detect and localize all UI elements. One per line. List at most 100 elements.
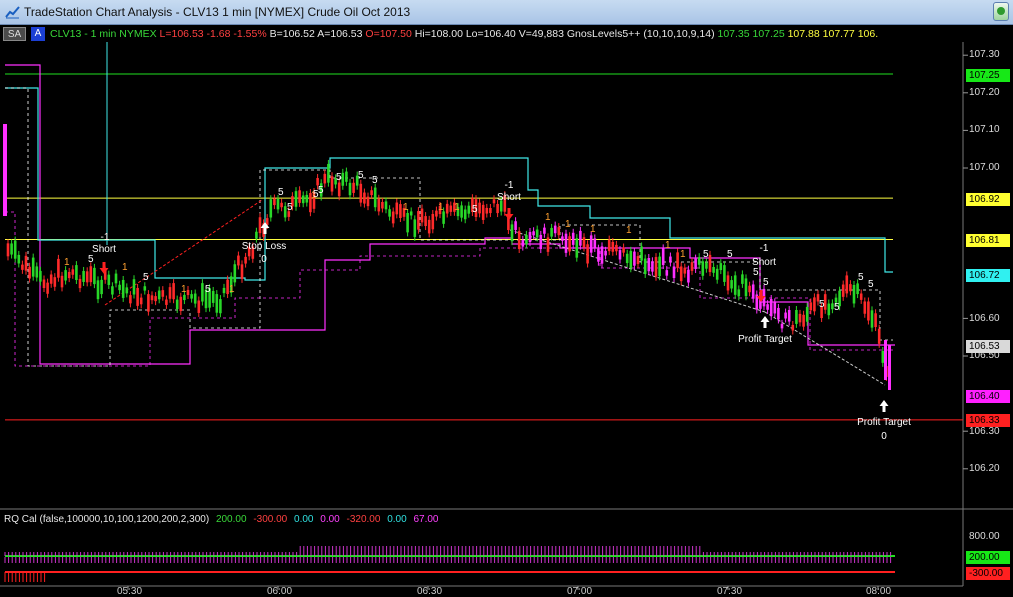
candle-body	[323, 173, 327, 184]
candle-body	[53, 277, 57, 287]
time-tick: 05:30	[117, 586, 143, 597]
candle-body	[773, 302, 777, 314]
price-tick: 106.30	[969, 426, 1000, 437]
candle-body	[543, 227, 546, 234]
price-tick: 106.50	[969, 350, 1000, 361]
candle-body	[604, 250, 607, 256]
candle-body	[719, 263, 723, 271]
candle-body	[863, 301, 867, 314]
pattern-count-label: 5	[703, 249, 709, 260]
trade-qty-label: 0	[881, 431, 887, 442]
candle-body	[424, 216, 427, 227]
trade-qty-label: 0	[261, 254, 267, 265]
candle-body	[535, 229, 539, 238]
pattern-count-label: 1	[438, 202, 444, 213]
candle-body	[6, 243, 10, 257]
candle-body	[687, 269, 690, 283]
candle-body	[589, 235, 593, 253]
candle-body	[157, 290, 161, 300]
candle-body	[615, 244, 618, 252]
candle-body	[71, 269, 75, 275]
pattern-count-label: 5	[318, 185, 324, 196]
candle-body	[445, 203, 449, 214]
price-tick: 107.30	[969, 49, 1000, 60]
candle-body	[561, 236, 564, 241]
trade-qty-label: -1	[101, 232, 110, 243]
candle-body	[143, 286, 147, 291]
price-chart[interactable]: 1 5151 5 15515 55 5 51 1 1 511 1 111 5 5555 555Short-1…	[0, 0, 1013, 597]
candle-body	[769, 299, 773, 317]
candle-body	[341, 172, 345, 186]
candle-body	[406, 213, 409, 233]
candle-body	[244, 256, 247, 264]
candle-body	[597, 248, 600, 262]
candle-body	[348, 182, 352, 196]
candle-body	[481, 204, 485, 220]
pattern-count-label: 1	[680, 249, 686, 260]
candle-body	[13, 240, 17, 259]
candle-body	[784, 312, 787, 319]
candle-body	[175, 299, 179, 310]
trade-qty-label: -1	[760, 243, 769, 254]
candle-body	[67, 271, 71, 279]
candle-body	[211, 290, 215, 303]
candle-body	[64, 270, 67, 281]
candle-body	[496, 203, 499, 214]
indicator-value-1: 200.00	[215, 514, 247, 525]
pattern-count-label: 1	[665, 240, 671, 251]
candle-body	[607, 239, 611, 252]
candle-body	[255, 231, 258, 239]
candle-body	[139, 297, 143, 305]
candle-body	[114, 273, 118, 284]
trade-label: Profit Target	[857, 417, 911, 428]
pattern-count-label: 1	[590, 224, 596, 235]
dashed-channel-white	[5, 87, 893, 367]
trade-label: Profit Target	[738, 334, 792, 345]
candle-body	[712, 266, 715, 273]
candle-body	[467, 205, 471, 214]
pattern-count-label: 5	[372, 175, 378, 186]
candle-body	[726, 275, 730, 291]
trade-label: Short	[752, 257, 776, 268]
indicator-value-5: -320.00	[346, 514, 381, 525]
profit-target-exit-arrow-icon	[760, 316, 770, 328]
candle-body	[222, 287, 226, 294]
candle-body	[93, 267, 96, 285]
candle-body	[183, 294, 186, 301]
candle-body	[514, 221, 517, 231]
candle-body	[665, 270, 669, 276]
pattern-count-label: 5	[763, 277, 769, 288]
candle-body	[132, 279, 136, 295]
candle-body	[733, 275, 737, 295]
candle-body	[78, 278, 82, 289]
candle-body	[442, 211, 445, 224]
candle-body	[539, 234, 543, 250]
candle-body	[654, 257, 658, 277]
level-tag-magenta: 106.40	[966, 390, 1010, 403]
indicator-tag-red: -300.00	[966, 567, 1010, 580]
candle-body	[17, 254, 21, 264]
candle-body	[327, 163, 330, 183]
pattern-count-label: 5	[472, 204, 478, 215]
indicator-info-bar: RQ Cal (false,100000,10,100,1200,200,2,3…	[4, 514, 443, 525]
candle-body	[528, 232, 532, 243]
candle-body	[370, 190, 373, 196]
candle-body	[867, 301, 870, 321]
candle-body	[57, 258, 60, 278]
pattern-count-label: 5	[868, 279, 874, 290]
candle-body	[75, 265, 78, 281]
candle-body	[625, 253, 629, 264]
candle-body	[690, 262, 694, 271]
candle-body	[420, 208, 424, 223]
candle-body	[193, 293, 197, 304]
candle-body	[219, 299, 222, 314]
candle-body	[798, 313, 802, 323]
indicator-value-4: 0.00	[320, 514, 340, 525]
candle-body	[359, 183, 363, 203]
candle-body	[622, 247, 625, 253]
candle-body	[874, 313, 877, 328]
candle-body	[640, 246, 643, 261]
candle-body	[413, 219, 417, 237]
candle-body	[201, 283, 204, 302]
indicator-label[interactable]: RQ Cal (false,100000,10,100,1200,200,2,3…	[4, 514, 209, 525]
